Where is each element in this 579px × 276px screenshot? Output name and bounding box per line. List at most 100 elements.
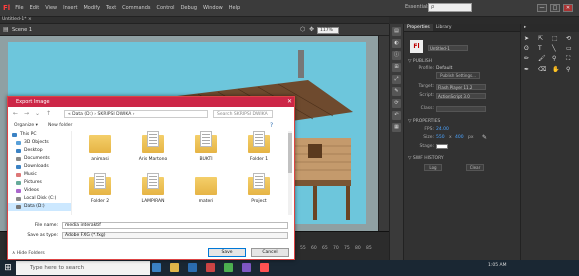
edit-symbols-icon[interactable]: ⬡	[300, 26, 305, 33]
3d-rotate-icon[interactable]: ⟲	[566, 35, 577, 42]
stage-scrollbar[interactable]	[378, 36, 389, 231]
folder-item[interactable]: Project	[239, 173, 279, 219]
maximize-button[interactable]: □	[550, 4, 560, 12]
organize-button[interactable]: Organize ▾	[14, 121, 38, 130]
animate-icon[interactable]	[260, 263, 269, 272]
start-button[interactable]: ⊞	[0, 260, 16, 276]
free-transform-icon[interactable]: ⬚	[552, 35, 563, 42]
hide-folders-toggle[interactable]: ∧ Hide Folders	[12, 251, 45, 256]
nav-item[interactable]: Documents	[8, 155, 71, 163]
info-icon[interactable]: ⓘ	[392, 51, 401, 60]
log-button[interactable]: Log	[424, 164, 442, 171]
nav-item[interactable]: Videos	[8, 187, 71, 195]
motion-icon[interactable]: ⟳	[392, 99, 401, 108]
color-icon[interactable]: ◐	[392, 39, 401, 48]
clock[interactable]: 1:05 AM	[488, 263, 507, 268]
new-folder-button[interactable]: New folder	[48, 121, 72, 130]
target-select[interactable]: Flash Player 11.2	[436, 84, 486, 90]
size-height[interactable]: 400	[455, 135, 464, 140]
document-tab[interactable]: Untitled-1* ×	[0, 17, 389, 24]
hand-tool-icon[interactable]: ✋	[552, 66, 563, 73]
clear-button[interactable]: Clear	[466, 164, 484, 171]
text-tool-icon[interactable]: T	[538, 45, 549, 52]
minimize-button[interactable]: —	[537, 4, 547, 12]
stage-color-swatch[interactable]	[436, 144, 448, 149]
folder-item[interactable]: animasi	[80, 135, 120, 177]
menu-item[interactable]: Window	[203, 5, 223, 11]
recent-icon[interactable]: ⌄	[35, 110, 40, 117]
rectangle-tool-icon[interactable]: ▭	[566, 45, 577, 52]
size-width[interactable]: 550	[436, 135, 445, 140]
publish-settings-button[interactable]: Publish Settings...	[436, 72, 480, 79]
eyedropper-icon[interactable]: ✒	[524, 66, 535, 73]
swf-history-header[interactable]: ▽ SWF HISTORY	[408, 156, 444, 161]
nav-item[interactable]: Local Disk (C:)	[8, 195, 71, 203]
folder-item[interactable]: Folder 1	[239, 131, 279, 177]
history-icon[interactable]: ↶	[392, 111, 401, 120]
class-field[interactable]	[436, 106, 486, 112]
menu-item[interactable]: File	[15, 5, 23, 11]
flash-app-icon[interactable]	[206, 263, 215, 272]
line-tool-icon[interactable]: ╲	[552, 45, 563, 52]
close-window-button[interactable]: ✕	[563, 4, 573, 12]
save-type-select[interactable]: Adobe FXG (*.fxg)	[62, 232, 288, 239]
menu-item[interactable]: Edit	[30, 5, 40, 11]
menu-item[interactable]: Insert	[63, 5, 77, 11]
zoom-select[interactable]: 117%	[317, 27, 339, 34]
layer-icon[interactable]: ▤	[392, 27, 401, 36]
pencil-tool-icon[interactable]: ✏	[524, 55, 535, 63]
zoom-tool-icon[interactable]: ⚲	[566, 66, 577, 73]
properties-header[interactable]: ▽ PROPERTIES	[408, 119, 440, 124]
script-select[interactable]: ActionScript 3.0	[436, 93, 486, 99]
center-stage-icon[interactable]: ✥	[309, 26, 314, 33]
back-icon[interactable]: ←	[13, 110, 18, 117]
nav-item[interactable]: Data (D:)	[8, 203, 71, 211]
wrench-icon[interactable]: ✎	[482, 134, 487, 141]
menu-item[interactable]: Modify	[83, 5, 100, 11]
folder-item[interactable]: Aris Martono	[133, 131, 173, 177]
cancel-button[interactable]: Cancel	[251, 248, 289, 257]
selection-tool-icon[interactable]: ➤	[524, 35, 535, 42]
menu-item[interactable]: Help	[229, 5, 240, 11]
edge-icon[interactable]	[188, 263, 197, 272]
workspace-switcher[interactable]: Essentials	[405, 4, 430, 10]
bucket-tool-icon[interactable]: ⛶	[566, 55, 577, 63]
folder-item[interactable]: Folder 2	[80, 173, 120, 219]
nav-item[interactable]: Music	[8, 171, 71, 179]
app-icon[interactable]	[242, 263, 251, 272]
folder-search-input[interactable]: Search SKRIPSI DWIKA	[213, 110, 273, 118]
folder-item[interactable]: LAMPIRAN	[133, 173, 173, 219]
task-view-icon[interactable]	[152, 263, 161, 272]
forward-icon[interactable]: →	[24, 110, 29, 117]
brush-tool-icon[interactable]: 🖌	[538, 55, 549, 63]
address-bar[interactable]: « Data (D:) › SKRIPSI DWIKA ›	[64, 110, 208, 118]
save-button[interactable]: Save	[208, 248, 246, 257]
help-icon[interactable]: ?	[270, 121, 273, 130]
menu-item[interactable]: View	[45, 5, 57, 11]
folder-item[interactable]: materi	[186, 177, 226, 219]
nav-item[interactable]: Desktop	[8, 147, 71, 155]
tab-properties[interactable]: Properties	[404, 24, 433, 31]
code-icon[interactable]: ✎	[392, 87, 401, 96]
menu-item[interactable]: Commands	[122, 5, 150, 11]
nav-item[interactable]: Downloads	[8, 163, 71, 171]
transform-icon[interactable]: ⤢	[392, 75, 401, 84]
folder-item[interactable]: BUKTI	[186, 131, 226, 177]
lasso-tool-icon[interactable]: ʘ	[524, 45, 535, 52]
nav-item[interactable]: 3D Objects	[8, 139, 71, 147]
nav-item[interactable]: This PC	[8, 131, 71, 139]
menu-item[interactable]: Text	[106, 5, 116, 11]
menu-item[interactable]: Control	[156, 5, 174, 11]
nav-item[interactable]: Pictures	[8, 179, 71, 187]
chrome-icon[interactable]	[224, 263, 233, 272]
menu-item[interactable]: Debug	[181, 5, 197, 11]
taskbar-search-input[interactable]: Type here to search	[16, 261, 150, 275]
file-scroll-thumb[interactable]	[288, 133, 292, 173]
swatch-icon[interactable]: ▦	[392, 123, 401, 132]
publish-header[interactable]: ▽ PUBLISH	[408, 59, 432, 64]
subselect-tool-icon[interactable]: ⇱	[538, 35, 549, 42]
help-search-input[interactable]: ρ	[428, 3, 472, 12]
align-icon[interactable]: ⊞	[392, 63, 401, 72]
bone-tool-icon[interactable]: ⚲	[552, 55, 563, 63]
fps-value[interactable]: 24.00	[436, 127, 449, 132]
